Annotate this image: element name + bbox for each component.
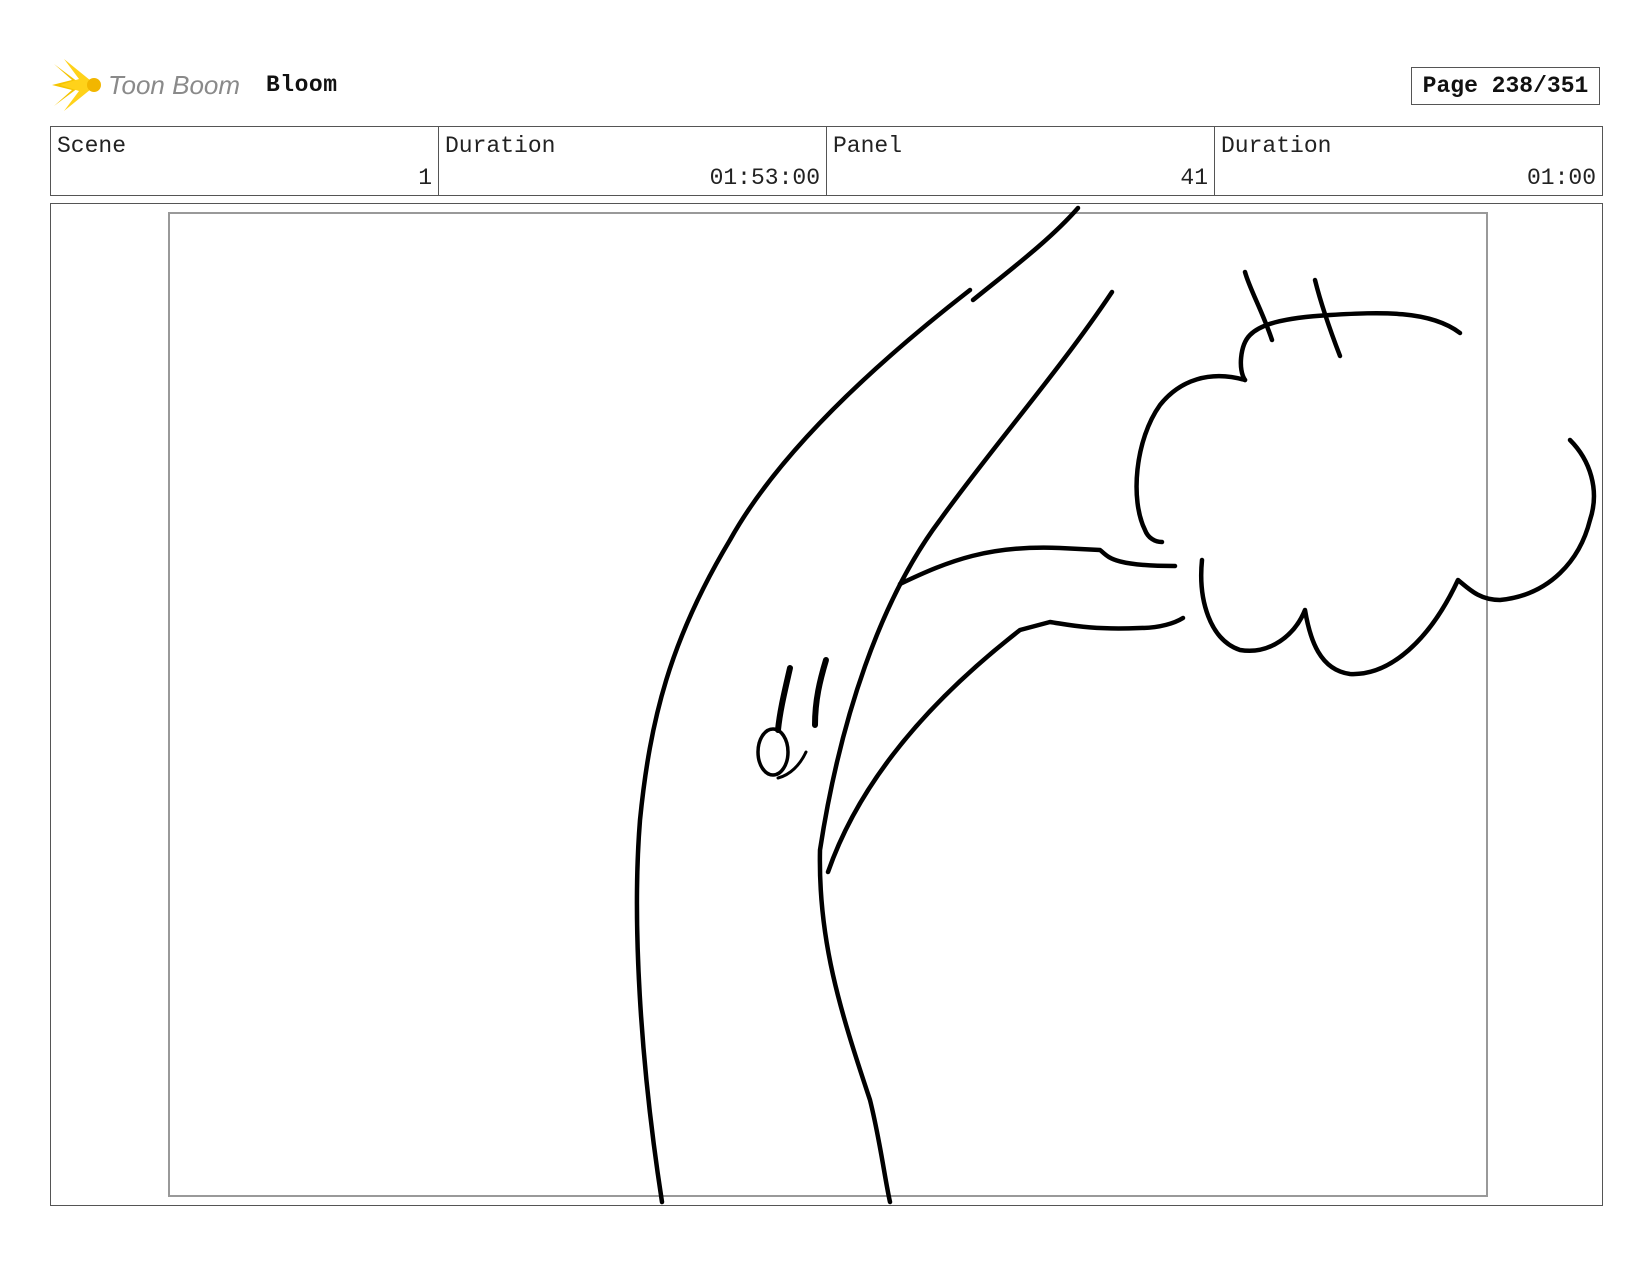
creature-ear-left	[775, 665, 793, 733]
branch-lower-line	[825, 615, 1186, 875]
storyboard-sketch	[634, 205, 1597, 1205]
foliage-cloud	[1134, 373, 1248, 545]
trunk-top-line	[970, 205, 1081, 303]
creature-body	[756, 727, 790, 777]
trunk-right-line	[817, 289, 1115, 1205]
branch-upper-line	[897, 545, 1178, 587]
creature-ear-right	[812, 657, 829, 728]
trunk-left-line	[634, 287, 973, 1205]
creature-tail	[776, 750, 808, 780]
